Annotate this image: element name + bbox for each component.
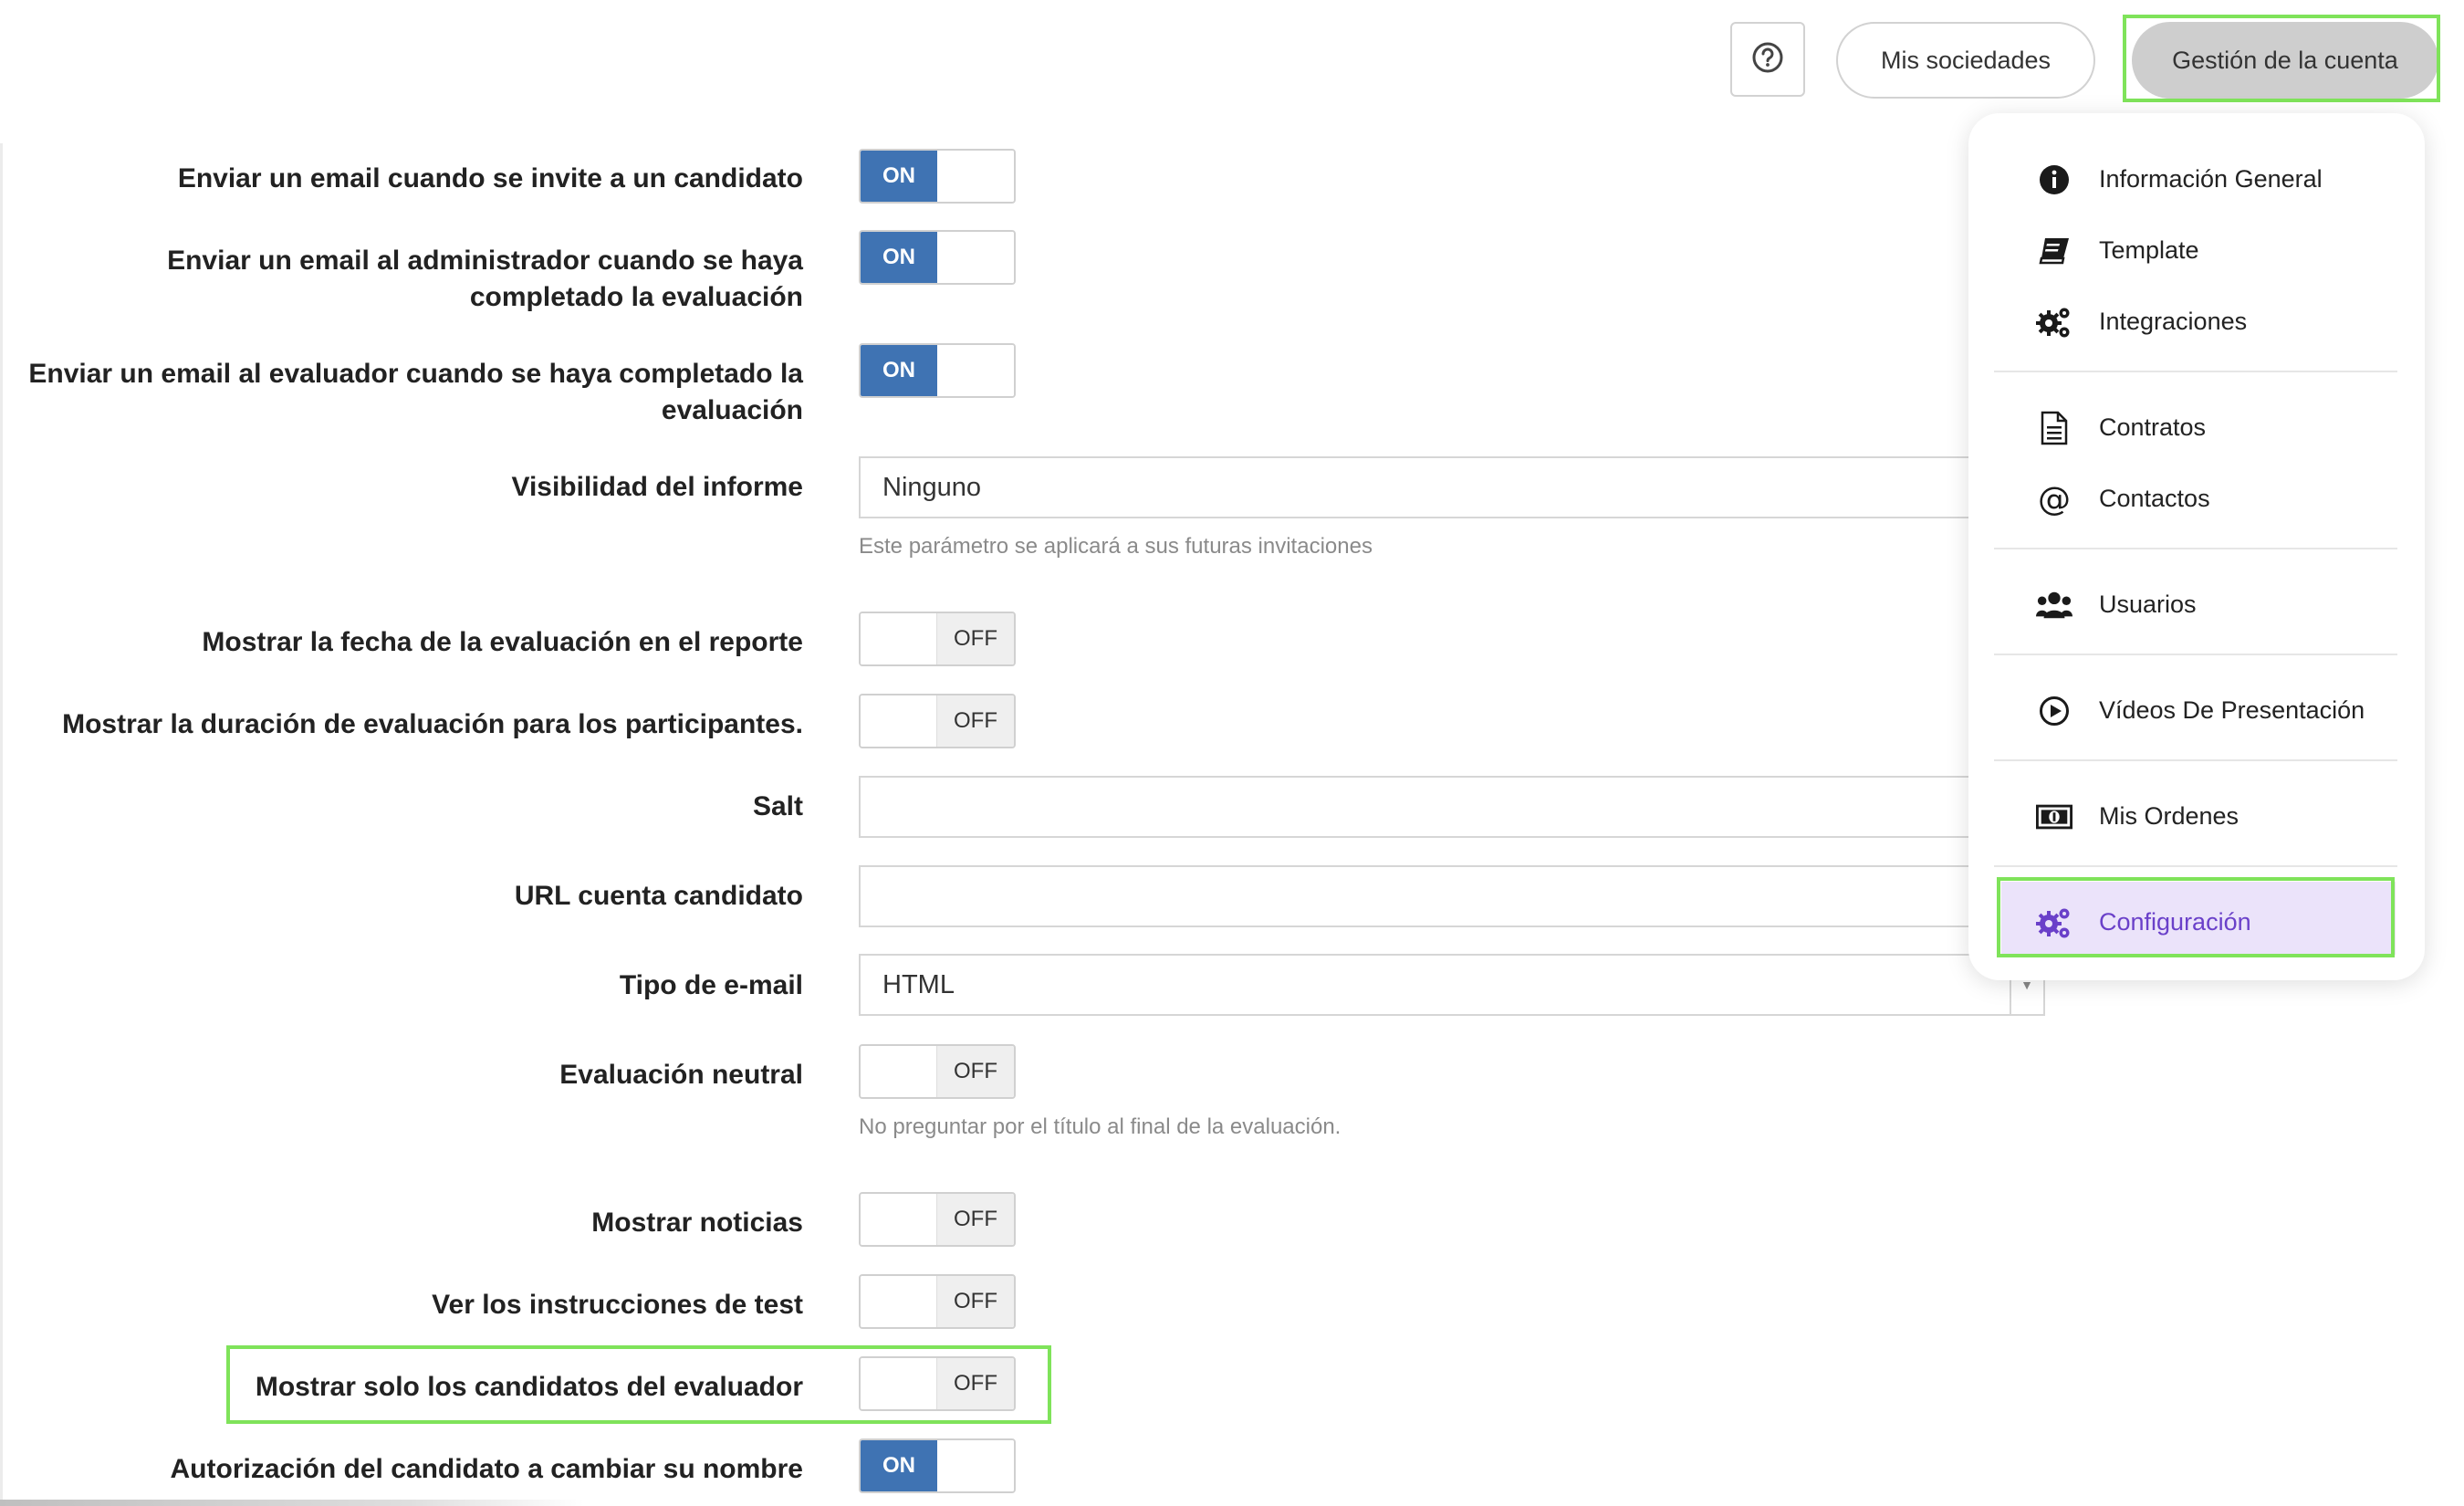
gears-icon	[2036, 905, 2072, 941]
menu-item-configuration[interactable]: Configuración	[1968, 890, 2425, 954]
toggle-state: ON	[861, 151, 937, 202]
menu-item-presentation-videos[interactable]: Vídeos De Presentación	[1968, 678, 2425, 742]
setting-label: Salt	[752, 791, 803, 821]
menu-item-my-orders[interactable]: Mis Ordenes	[1968, 784, 2425, 848]
toggle-state: OFF	[936, 613, 1014, 664]
setting-label: Tipo de e-mail	[619, 970, 803, 1000]
toggle-state: ON	[861, 232, 937, 283]
setting-label: Enviar un email al administrador cuando …	[167, 246, 803, 312]
neutral-evaluation-help: No preguntar por el título al final de l…	[859, 1114, 1342, 1139]
menu-item-contacts[interactable]: @ Contactos	[1968, 466, 2425, 530]
toggle-state: OFF	[936, 1358, 1014, 1409]
menu-item-users[interactable]: Usuarios	[1968, 572, 2425, 636]
menu-divider	[1994, 865, 2397, 867]
menu-divider	[1994, 654, 2397, 655]
setting-label: Mostrar noticias	[591, 1208, 803, 1238]
menu-item-general-info[interactable]: Información General	[1968, 147, 2425, 211]
setting-label: Mostrar solo los candidatos del evaluado…	[255, 1372, 803, 1402]
show-news-toggle[interactable]: OFF	[859, 1192, 1016, 1247]
toggle-state: OFF	[936, 695, 1014, 747]
account-dropdown-menu: Información General Template Integracion…	[1968, 113, 2425, 980]
setting-label: Enviar un email cuando se invite a un ca…	[177, 163, 803, 193]
neutral-evaluation-toggle[interactable]: OFF	[859, 1044, 1016, 1099]
report-visibility-help: Este parámetro se aplicará a sus futuras…	[859, 534, 1373, 559]
toggle-state: ON	[861, 345, 937, 396]
question-circle-icon	[1751, 41, 1784, 78]
my-companies-button[interactable]: Mis sociedades	[1836, 22, 2095, 99]
menu-divider	[1994, 759, 2397, 761]
toggle-state: ON	[861, 1440, 937, 1491]
test-instructions-toggle[interactable]: OFF	[859, 1274, 1016, 1329]
show-date-toggle[interactable]: OFF	[859, 612, 1016, 666]
at-sign-icon: @	[2038, 480, 2071, 518]
setting-label: Autorización del candidato a cambiar su …	[170, 1454, 803, 1484]
menu-item-integrations[interactable]: Integraciones	[1968, 289, 2425, 353]
setting-label: Mostrar la duración de evaluación para l…	[62, 709, 803, 739]
play-circle-icon	[2036, 693, 2072, 729]
info-circle-icon	[2036, 162, 2072, 198]
toggle-state: OFF	[936, 1194, 1014, 1245]
menu-item-contracts[interactable]: Contratos	[1968, 395, 2425, 459]
rename-candidate-toggle[interactable]: ON	[859, 1438, 1016, 1493]
admin-email-toggle[interactable]: ON	[859, 230, 1016, 285]
email-type-select[interactable]: HTML	[859, 954, 2045, 1016]
report-visibility-select[interactable]: Ninguno	[859, 456, 2045, 518]
setting-label: Enviar un email al evaluador cuando se h…	[28, 359, 803, 425]
book-icon	[2036, 233, 2072, 269]
invite-email-toggle[interactable]: ON	[859, 149, 1016, 204]
document-icon	[2036, 410, 2072, 446]
candidate-url-input[interactable]	[859, 865, 2045, 927]
show-duration-toggle[interactable]: OFF	[859, 694, 1016, 748]
gears-icon	[2036, 304, 2072, 340]
help-button[interactable]	[1730, 22, 1805, 97]
menu-divider	[1994, 371, 2397, 372]
setting-label: Evaluación neutral	[559, 1060, 803, 1090]
toggle-state: OFF	[936, 1276, 1014, 1327]
users-icon	[2036, 587, 2072, 623]
scroll-shadow	[0, 1500, 584, 1506]
setting-label: Ver los instrucciones de test	[432, 1290, 803, 1320]
setting-label: Visibilidad del informe	[511, 472, 803, 502]
menu-item-template[interactable]: Template	[1968, 218, 2425, 282]
evaluator-email-toggle[interactable]: ON	[859, 343, 1016, 398]
setting-label: URL cuenta candidato	[514, 881, 803, 911]
toggle-state: OFF	[936, 1046, 1014, 1097]
money-bill-icon	[2036, 799, 2072, 835]
evaluator-candidates-toggle[interactable]: OFF	[859, 1356, 1016, 1411]
menu-divider	[1994, 548, 2397, 549]
setting-label: Mostrar la fecha de la evaluación en el …	[202, 627, 803, 657]
salt-input[interactable]	[859, 776, 2045, 838]
account-management-button[interactable]: Gestión de la cuenta	[2132, 22, 2438, 99]
